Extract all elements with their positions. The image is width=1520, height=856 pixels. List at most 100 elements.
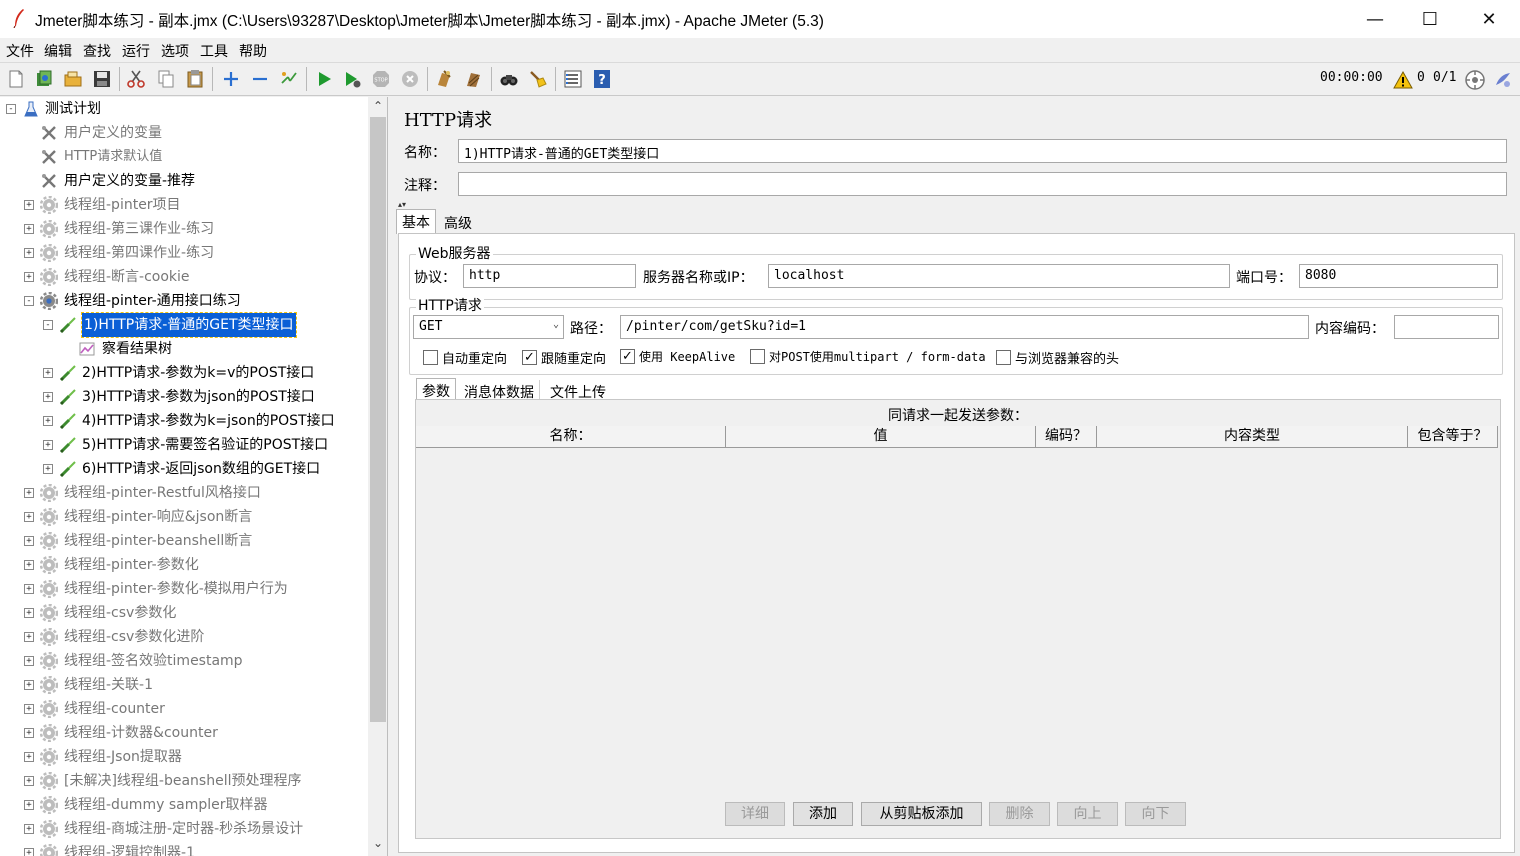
collapse-toggle-icon[interactable]: - (43, 320, 53, 330)
tree-node-thread-group[interactable]: + 线程组-dummy sampler取样器 (0, 793, 366, 817)
tree-node-thread-group[interactable]: + 线程组-pinter-beanshell断言 (0, 529, 366, 553)
search-icon[interactable] (498, 68, 520, 90)
shutdown-icon[interactable] (399, 68, 421, 90)
expand-toggle-icon[interactable]: + (24, 728, 34, 738)
menu-edit[interactable]: 编辑 (44, 41, 72, 61)
scroll-up-arrow[interactable]: ⌃ (371, 99, 385, 115)
tree-node-thread-group[interactable]: + 线程组-断言-cookie (0, 265, 366, 289)
menu-run[interactable]: 运行 (122, 41, 150, 61)
expand-toggle-icon[interactable]: + (24, 584, 34, 594)
add-from-clipboard-button[interactable]: 从剪贴板添加 (861, 802, 982, 826)
expand-toggle-icon[interactable]: + (43, 440, 53, 450)
expand-toggle-icon[interactable]: + (24, 224, 34, 234)
expand-toggle-icon[interactable]: + (24, 200, 34, 210)
tree-node-http-request[interactable]: +6)HTTP请求-返回json数组的GET接口 (0, 457, 366, 481)
follow-redirect-checkbox[interactable]: ✓ 跟随重定向 (522, 348, 606, 367)
save-icon[interactable] (91, 68, 113, 90)
new-icon[interactable] (5, 68, 27, 90)
expand-toggle-icon[interactable]: + (24, 752, 34, 762)
keepalive-checkbox[interactable]: ✓ 使用 KeepAlive (620, 348, 735, 365)
tree-node-user-variables-recommended[interactable]: 用户定义的变量-推荐 (0, 169, 366, 193)
expand-toggle-icon[interactable]: + (43, 416, 53, 426)
checkbox-box[interactable] (996, 350, 1011, 365)
copy-icon[interactable] (155, 68, 177, 90)
templates-icon[interactable] (33, 68, 55, 90)
tree-node-http-defaults[interactable]: HTTP请求默认值 (0, 145, 366, 169)
tree-node-thread-group[interactable]: + 线程组-第三课作业-练习 (0, 217, 366, 241)
add-button[interactable]: 添加 (793, 802, 853, 826)
multipart-checkbox[interactable]: 对POST使用multipart / form-data (750, 348, 986, 365)
tree-node-thread-group[interactable]: + [未解决]线程组-beanshell预处理程序 (0, 769, 366, 793)
column-header-include-equals[interactable]: 包含等于？ (1408, 426, 1498, 448)
expand-toggle-icon[interactable]: + (24, 272, 34, 282)
expand-toggle-icon[interactable]: + (24, 488, 34, 498)
delete-button[interactable]: 删除 (989, 802, 1050, 826)
splitter-arrows[interactable]: ▴▾ (398, 200, 406, 209)
browser-compatible-checkbox[interactable]: 与浏览器兼容的头 (996, 348, 1119, 367)
collapse-icon[interactable] (249, 68, 271, 90)
tree-node-thread-group[interactable]: + 线程组-pinter-Restful风格接口 (0, 481, 366, 505)
protocol-field[interactable]: http (463, 264, 636, 288)
paste-icon[interactable] (184, 68, 206, 90)
checkbox-box[interactable] (750, 349, 765, 364)
tree-node-thread-group[interactable]: + 线程组-关联-1 (0, 673, 366, 697)
clear-all-icon[interactable] (463, 68, 485, 90)
comment-field[interactable] (458, 172, 1507, 196)
tree-node-thread-group[interactable]: + 线程组-csv参数化 (0, 601, 366, 625)
column-header-name[interactable]: 名称： (416, 426, 726, 448)
expand-toggle-icon[interactable]: + (24, 800, 34, 810)
close-button[interactable]: ✕ (1460, 0, 1518, 38)
expand-toggle-icon[interactable]: + (24, 824, 34, 834)
expand-toggle-icon[interactable]: + (24, 704, 34, 714)
open-icon[interactable] (62, 68, 84, 90)
column-header-encode[interactable]: 编码？ (1036, 426, 1097, 448)
cut-icon[interactable] (125, 68, 147, 90)
tree-scrollbar[interactable]: ⌃ ⌄ (368, 97, 387, 856)
expand-toggle-icon[interactable]: + (24, 248, 34, 258)
method-select[interactable]: GET ⌄ (413, 315, 564, 339)
tab-advanced[interactable]: 高级 (439, 211, 477, 235)
tree-node-thread-group[interactable]: + 线程组-pinter-参数化-模拟用户行为 (0, 577, 366, 601)
tree-node-test-plan[interactable]: - 测试计划 (0, 97, 366, 121)
tree-node-thread-group[interactable]: + 线程组-counter (0, 697, 366, 721)
detail-button[interactable]: 详细 (725, 802, 785, 826)
expand-toggle-icon[interactable]: + (24, 776, 34, 786)
column-header-content-type[interactable]: 内容类型 (1097, 426, 1408, 448)
name-field[interactable]: 1)HTTP请求-普通的GET类型接口 (458, 139, 1507, 163)
auto-redirect-checkbox[interactable]: 自动重定向 (423, 348, 507, 367)
log-viewer-icon[interactable] (1493, 70, 1513, 90)
minimize-button[interactable]: — (1346, 0, 1404, 38)
toggle-icon[interactable] (278, 68, 300, 90)
expand-toggle-icon[interactable]: + (24, 680, 34, 690)
start-no-pause-icon[interactable] (341, 68, 363, 90)
tree-node-view-results-tree[interactable]: 察看结果树 (0, 337, 366, 361)
menu-tools[interactable]: 工具 (200, 41, 228, 61)
menu-search[interactable]: 查找 (83, 41, 111, 61)
menu-options[interactable]: 选项 (161, 41, 189, 61)
function-helper-icon[interactable] (562, 68, 584, 90)
collapse-toggle-icon[interactable]: - (24, 296, 34, 306)
tree-node-http-request[interactable]: +2)HTTP请求-参数为k=v的POST接口 (0, 361, 366, 385)
tree-node-thread-group[interactable]: + 线程组-Json提取器 (0, 745, 366, 769)
remote-status-icon[interactable] (1464, 69, 1486, 91)
help-icon[interactable]: ? (591, 68, 613, 90)
tree-node-http-request-selected[interactable]: - 1)HTTP请求-普通的GET类型接口 (0, 312, 366, 338)
tree-node-thread-group-active[interactable]: - 线程组-pinter-通用接口练习 (0, 289, 366, 313)
tree-node-thread-group[interactable]: + 线程组-商城注册-定时器-秒杀场景设计 (0, 817, 366, 841)
expand-toggle-icon[interactable]: + (24, 656, 34, 666)
column-header-value[interactable]: 值 (726, 426, 1036, 448)
expand-toggle-icon[interactable]: + (24, 632, 34, 642)
expand-toggle-icon[interactable]: + (24, 512, 34, 522)
tree-node-http-request[interactable]: +3)HTTP请求-参数为json的POST接口 (0, 385, 366, 409)
expand-toggle-icon[interactable]: + (43, 392, 53, 402)
tree-node-http-request[interactable]: +5)HTTP请求-需要签名验证的POST接口 (0, 433, 366, 457)
move-up-button[interactable]: 向上 (1057, 802, 1118, 826)
tree-node-user-variables[interactable]: 用户定义的变量 (0, 121, 366, 145)
clear-icon[interactable] (433, 68, 455, 90)
server-field[interactable]: localhost (768, 264, 1230, 288)
tree-node-thread-group[interactable]: + 线程组-签名效验timestamp (0, 649, 366, 673)
tree-node-thread-group[interactable]: + 线程组-计数器&counter (0, 721, 366, 745)
tree-node-thread-group[interactable]: + 线程组-pinter-响应&json断言 (0, 505, 366, 529)
expand-toggle-icon[interactable]: + (43, 464, 53, 474)
stop-icon[interactable]: STOP (370, 68, 392, 90)
